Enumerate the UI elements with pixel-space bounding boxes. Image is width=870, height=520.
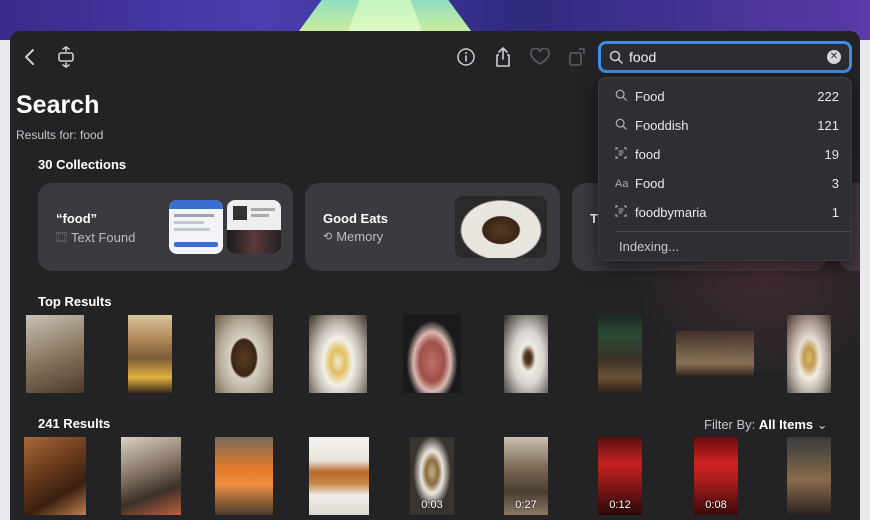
top-result-photo[interactable] — [309, 315, 367, 393]
chevron-down-icon: ⌄ — [816, 417, 828, 432]
suggestion-count: 121 — [817, 118, 839, 133]
collection-thumbnail — [227, 200, 281, 254]
suggestion-label: Fooddish — [635, 118, 689, 133]
search-field[interactable]: ✕ — [598, 41, 852, 73]
top-result-photo[interactable] — [215, 315, 273, 393]
result-photo[interactable] — [309, 437, 369, 515]
share-icon[interactable] — [491, 45, 515, 69]
suggestion-count: 1 — [831, 205, 839, 220]
memory-icon: ⟲ — [323, 231, 333, 243]
suggestion-item[interactable]: Fooddish 121 — [599, 111, 853, 140]
search-suggestions-dropdown: Food 222 Fooddish 121 food 19 Aa Food 3 — [598, 77, 852, 261]
indexing-status: Indexing... — [619, 239, 679, 254]
rotate-icon[interactable] — [565, 45, 589, 69]
search-icon — [615, 89, 635, 104]
dropdown-divider — [615, 231, 851, 232]
top-result-photo[interactable] — [787, 315, 831, 393]
collection-subtitle-row: ⿴ Text Found — [56, 229, 135, 245]
text-format-icon: Aa — [615, 177, 629, 190]
suggestion-label: foodbymaria — [635, 205, 707, 220]
collection-thumbnail — [455, 196, 547, 258]
search-input[interactable] — [629, 49, 827, 65]
suggestion-item[interactable]: foodbymaria 1 — [599, 198, 853, 227]
results-count-heading: 241 Results — [38, 416, 111, 431]
top-result-photo[interactable] — [403, 315, 461, 393]
filter-by-menu[interactable]: Filter By: All Items ⌄ — [704, 417, 828, 433]
top-results-heading: Top Results — [38, 294, 112, 309]
collection-subtitle: Text Found — [71, 229, 136, 245]
collection-thumbnail — [169, 200, 223, 254]
result-photo[interactable] — [121, 437, 181, 515]
top-result-photo[interactable] — [676, 331, 754, 377]
result-photo[interactable] — [215, 437, 273, 515]
filter-label: Filter By: — [704, 417, 756, 432]
suggestion-label: Food — [635, 89, 665, 104]
top-result-photo[interactable] — [128, 315, 172, 393]
suggestion-item[interactable]: Aa Food 3 — [599, 169, 853, 198]
text-scan-icon — [615, 205, 635, 220]
result-video[interactable]: 0:27 — [504, 437, 548, 515]
text-scan-icon: ⿴ — [56, 232, 67, 244]
search-icon — [609, 50, 623, 64]
top-result-photo[interactable] — [504, 315, 548, 393]
collection-title: T — [590, 211, 598, 226]
collection-title: “food” — [56, 211, 98, 226]
result-photo[interactable] — [787, 437, 831, 515]
search-icon — [615, 118, 635, 133]
favorite-heart-icon[interactable] — [528, 45, 552, 69]
collections-heading: 30 Collections — [38, 157, 127, 172]
collection-card-text-found[interactable]: “food” ⿴ Text Found — [38, 183, 293, 271]
collection-subtitle-row: ⟲ Memory — [323, 229, 383, 244]
video-duration: 0:27 — [515, 499, 537, 511]
text-scan-icon — [615, 147, 635, 162]
result-photo[interactable] — [24, 437, 86, 515]
video-duration: 0:12 — [609, 499, 631, 511]
toolbar: ✕ — [10, 31, 860, 83]
suggestion-item[interactable]: Food 222 — [599, 82, 853, 111]
suggestion-label: food — [635, 147, 661, 162]
zoom-fit-icon[interactable] — [54, 45, 78, 69]
results-for-label: Results for: food — [16, 128, 104, 142]
result-video[interactable]: 0:03 — [410, 437, 454, 515]
suggestion-count: 222 — [817, 89, 839, 104]
page-title: Search — [16, 91, 100, 119]
top-result-photo[interactable] — [26, 315, 84, 393]
filter-value: All Items — [758, 417, 814, 432]
result-video[interactable]: 0:12 — [598, 437, 642, 515]
video-duration: 0:03 — [421, 499, 443, 511]
suggestion-item[interactable]: food 19 — [599, 140, 853, 169]
collection-title: Good Eats — [323, 211, 389, 226]
top-result-photo[interactable] — [598, 315, 642, 393]
suggestion-count: 3 — [831, 176, 839, 191]
back-chevron-icon[interactable] — [18, 45, 42, 69]
photos-window: ✕ Search Results for: food 30 Collection… — [10, 31, 860, 520]
video-duration: 0:08 — [705, 499, 727, 511]
info-icon[interactable] — [454, 45, 478, 69]
suggestion-count: 19 — [824, 147, 839, 162]
suggestion-label: Food — [635, 176, 665, 191]
collection-subtitle: Memory — [336, 229, 384, 244]
result-video[interactable]: 0:08 — [694, 437, 738, 515]
collection-card-good-eats[interactable]: Good Eats ⟲ Memory — [305, 183, 560, 271]
clear-search-icon[interactable]: ✕ — [827, 50, 841, 64]
